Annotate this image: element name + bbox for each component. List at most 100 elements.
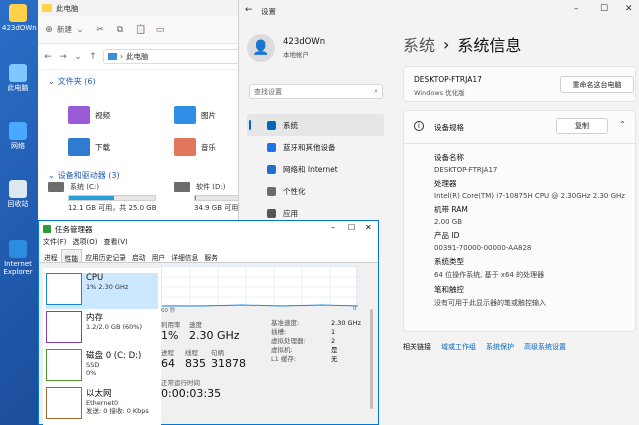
- drives-section-header[interactable]: ⌄ 设备和驱动器 (3): [38, 164, 130, 183]
- close-icon[interactable]: ✕: [625, 4, 633, 14]
- related-links-header: 相关链接: [403, 343, 431, 351]
- folder-item[interactable]: 视频: [68, 106, 110, 124]
- desktop-icon[interactable]: Internet Explorer: [2, 240, 34, 276]
- menu-item[interactable]: 文件(F): [43, 237, 67, 249]
- folders-section-header[interactable]: ⌄ 文件夹 (6): [38, 70, 247, 89]
- util-block: 利用率 1%: [161, 319, 181, 342]
- tab[interactable]: 用户: [149, 249, 169, 262]
- nav-item[interactable]: 个性化: [247, 180, 384, 202]
- folder-item[interactable]: 图片: [174, 106, 216, 124]
- folder-icon: [174, 138, 196, 156]
- breadcrumb-parent[interactable]: 系统: [403, 32, 435, 56]
- settings-search-input[interactable]: 查找设置 ⌕: [249, 84, 383, 99]
- taskmgr-app-icon: [43, 225, 51, 233]
- user-profile[interactable]: 👤 423dOWn 本地帐户: [247, 34, 325, 62]
- detail-value: 2: [331, 337, 336, 345]
- tab[interactable]: 启动: [129, 249, 149, 262]
- detail-value: 1: [331, 328, 336, 336]
- drive-icon: [174, 182, 190, 192]
- back-icon[interactable]: ←: [43, 52, 53, 62]
- handles-block: 句柄 31878: [211, 347, 246, 370]
- maximize-icon[interactable]: ☐: [600, 4, 608, 14]
- drive-header: 软件 (D:): [174, 182, 244, 192]
- nav-item[interactable]: 系统: [247, 114, 384, 136]
- desktop-icon[interactable]: 423dOWn: [2, 4, 37, 32]
- spec-value: 2.00 GB: [434, 218, 463, 226]
- close-icon[interactable]: ✕: [365, 223, 372, 232]
- rename-pc-button[interactable]: 重命名这台电脑: [560, 76, 634, 93]
- plus-icon: ⊕: [45, 24, 53, 35]
- taskmgr-tabs: 进程 性能 应用历史记录 启动 用户 详细信息 服务: [39, 249, 378, 263]
- speed-label: 速度: [189, 321, 202, 329]
- resource-thumbnail: [46, 273, 82, 305]
- resource-item[interactable]: 以太网 Ethernet0 发送: 0 接收: 0 Kbps: [46, 387, 158, 423]
- user-name: 423dOWn: [283, 37, 326, 47]
- nav-item[interactable]: 蓝牙和其他设备: [247, 136, 384, 158]
- breadcrumb-separator: ›: [443, 34, 450, 54]
- drive-item[interactable]: 系统 (C:) 12.1 GB 可用，共 25.0 GB: [48, 182, 157, 213]
- resource-list: CPU 1% 2.30 GHz 内存 1.2/2.0 GB (60%) 磁盘 0 (C:…: [43, 268, 161, 425]
- detail-row: 基准速度: 2.30 GHz: [271, 319, 361, 328]
- resource-item[interactable]: CPU 1% 2.30 GHz: [46, 273, 158, 309]
- link-domain-workgroup[interactable]: 域或工作组: [441, 342, 476, 352]
- resource-info: 磁盘 0 (C: D:) SSD 0%: [86, 349, 141, 385]
- detail-value: 是: [331, 346, 338, 354]
- resource-info: CPU 1% 2.30 GHz: [86, 273, 128, 309]
- forward-icon[interactable]: →: [58, 52, 68, 62]
- tab[interactable]: 服务: [201, 249, 221, 262]
- desktop-icon-label: 此电脑: [7, 84, 29, 92]
- spec-value: 没有可用于此显示器的笔或触控输入: [434, 299, 546, 307]
- rename-icon[interactable]: ▭: [155, 25, 165, 35]
- minimize-icon[interactable]: –: [331, 223, 335, 232]
- speed-block: 速度 2.30 GHz: [189, 319, 240, 342]
- resource-info: 内存 1.2/2.0 GB (60%): [86, 311, 142, 347]
- dropdown-icon[interactable]: ⌄: [73, 52, 83, 62]
- maximize-icon[interactable]: ☐: [348, 223, 355, 232]
- folder-label: 下载: [95, 142, 110, 152]
- nav-label: 个性化: [283, 186, 306, 196]
- drive-icon: [48, 182, 64, 192]
- tab[interactable]: 应用历史记录: [82, 249, 129, 262]
- util-label: 利用率: [161, 321, 181, 329]
- desktop-icon[interactable]: 回收站: [2, 180, 34, 208]
- detail-row: 虚拟机: 是: [271, 346, 361, 355]
- copy-icon[interactable]: ⧉: [115, 25, 125, 35]
- nav-icon: [267, 120, 276, 130]
- link-system-protection[interactable]: 系统保护: [486, 342, 514, 352]
- folder-item[interactable]: 下载: [68, 138, 110, 156]
- desktop-icon[interactable]: 此电脑: [2, 64, 34, 92]
- drive-item[interactable]: 软件 (D:) 34.9 GB 可用，共 35.0 GB: [174, 182, 283, 213]
- menu-item[interactable]: 选项(O): [73, 237, 98, 249]
- tab[interactable]: 进程: [41, 249, 61, 262]
- folder-item[interactable]: 音乐: [174, 138, 216, 156]
- detail-key: L1 缓存:: [271, 355, 297, 363]
- scrollbar[interactable]: [370, 309, 373, 409]
- collapse-icon: ⌄: [48, 77, 55, 86]
- back-arrow-icon[interactable]: ←: [245, 5, 253, 15]
- handles-label: 句柄: [211, 349, 224, 357]
- copy-button[interactable]: 复制: [556, 118, 608, 134]
- handles-value: 31878: [211, 357, 246, 370]
- tab[interactable]: 详细信息: [168, 249, 201, 262]
- resource-sub: SSD 0%: [86, 361, 100, 377]
- tab[interactable]: 性能: [60, 249, 83, 263]
- desktop-icon[interactable]: 网络: [2, 122, 34, 150]
- new-button[interactable]: ⊕ 新建 ⌄: [44, 24, 85, 35]
- resource-item[interactable]: 磁盘 0 (C: D:) SSD 0%: [46, 349, 158, 385]
- up-icon[interactable]: ↑: [88, 52, 98, 62]
- menu-item[interactable]: 查看(V): [103, 237, 127, 249]
- folder-label: 音乐: [201, 142, 216, 152]
- minimize-icon[interactable]: –: [574, 4, 579, 14]
- nav-icon: [267, 142, 276, 152]
- cut-icon[interactable]: ✂: [95, 25, 105, 35]
- link-advanced-settings[interactable]: 高级系统设置: [524, 342, 566, 352]
- paste-icon[interactable]: 📋: [135, 25, 146, 35]
- collapse-chevron-icon[interactable]: ⌃: [619, 120, 626, 129]
- device-name: DESKTOP-FTRJA17: [414, 75, 482, 84]
- spec-list: 设备名称 DESKTOP-FTRJA17 处理器 Intel(R) Core(TM) …: [434, 148, 634, 308]
- nav-icon: [267, 186, 276, 196]
- threads-block: 线程 835: [185, 347, 206, 370]
- nav-item[interactable]: 网络和 Internet: [247, 158, 384, 180]
- address-box[interactable]: › 此电脑: [103, 49, 242, 64]
- resource-item[interactable]: 内存 1.2/2.0 GB (60%): [46, 311, 158, 347]
